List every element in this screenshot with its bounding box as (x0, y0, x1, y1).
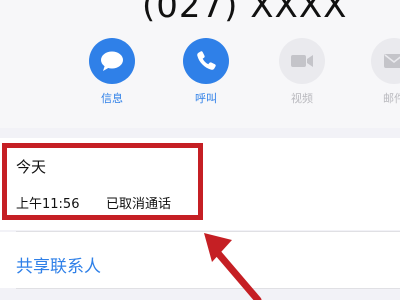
mail-button[interactable]: 邮件 (364, 38, 400, 106)
call-button[interactable]: 呼叫 (176, 38, 236, 106)
highlight-box (2, 143, 203, 220)
message-icon (89, 38, 135, 84)
phone-icon (183, 38, 229, 84)
divider (16, 288, 400, 289)
share-contact-link[interactable]: 共享联系人 (16, 252, 101, 277)
video-label: 视频 (291, 92, 313, 105)
message-label: 信息 (101, 92, 123, 105)
video-icon (279, 38, 325, 84)
mail-icon (371, 38, 400, 84)
message-button[interactable]: 信息 (82, 38, 142, 106)
call-label: 呼叫 (195, 92, 217, 105)
contact-header: (027) XXXX 信息 呼叫 视频 邮件 (0, 0, 400, 128)
phone-number: (027) XXXX (142, 0, 348, 26)
mail-label: 邮件 (383, 92, 400, 105)
video-button[interactable]: 视频 (272, 38, 332, 106)
